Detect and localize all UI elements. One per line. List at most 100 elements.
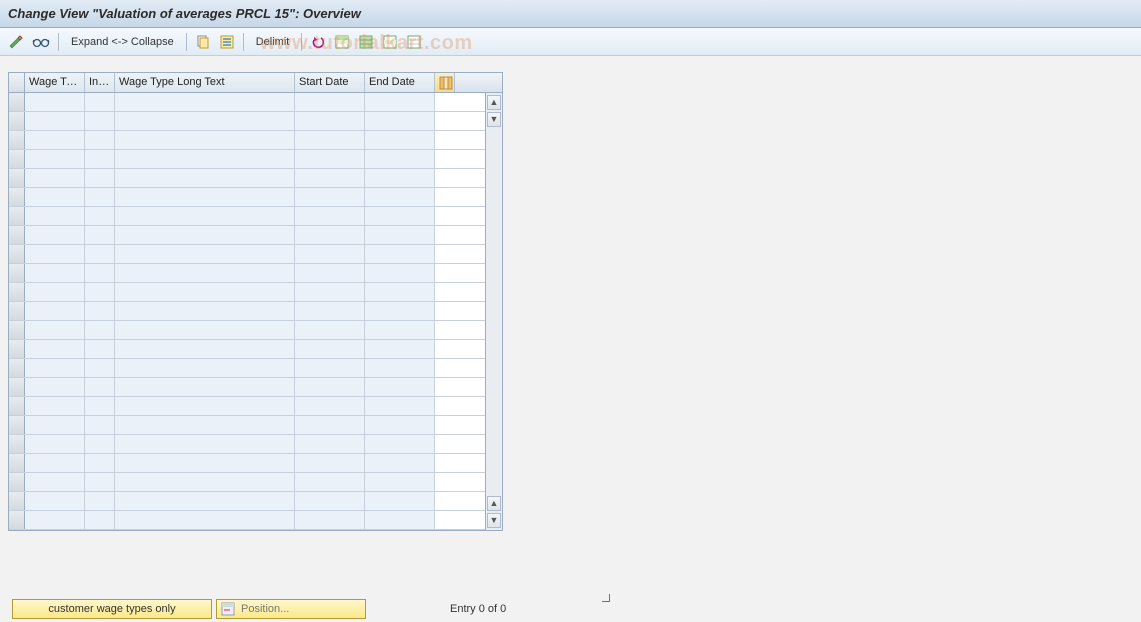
customer-wage-types-button[interactable]: customer wage types only (12, 599, 212, 619)
cell-end-date[interactable] (365, 207, 435, 225)
cell-wage-type[interactable] (25, 321, 85, 339)
cell-long-text[interactable] (115, 473, 295, 491)
cell-end-date[interactable] (365, 302, 435, 320)
copy-button[interactable] (193, 32, 213, 52)
cell-wage-type[interactable] (25, 93, 85, 111)
cell-inf[interactable] (85, 397, 115, 415)
cell-start-date[interactable] (295, 188, 365, 206)
cell-end-date[interactable] (365, 473, 435, 491)
column-header-wage-type[interactable]: Wage Ty... (25, 73, 85, 92)
cell-end-date[interactable] (365, 245, 435, 263)
cell-end-date[interactable] (365, 416, 435, 434)
table-row[interactable] (9, 226, 485, 245)
row-selector[interactable] (9, 340, 25, 358)
column-header-start-date[interactable]: Start Date (295, 73, 365, 92)
table-row[interactable] (9, 473, 485, 492)
row-selector[interactable] (9, 150, 25, 168)
cell-end-date[interactable] (365, 397, 435, 415)
table-row[interactable] (9, 397, 485, 416)
cell-long-text[interactable] (115, 207, 295, 225)
select-all-button[interactable] (217, 32, 237, 52)
cell-wage-type[interactable] (25, 454, 85, 472)
row-selector[interactable] (9, 226, 25, 244)
row-selector[interactable] (9, 378, 25, 396)
cell-start-date[interactable] (295, 397, 365, 415)
cell-wage-type[interactable] (25, 207, 85, 225)
cell-start-date[interactable] (295, 150, 365, 168)
cell-end-date[interactable] (365, 93, 435, 111)
cell-start-date[interactable] (295, 264, 365, 282)
cell-inf[interactable] (85, 264, 115, 282)
cell-inf[interactable] (85, 321, 115, 339)
cell-wage-type[interactable] (25, 378, 85, 396)
cell-start-date[interactable] (295, 207, 365, 225)
cell-end-date[interactable] (365, 511, 435, 529)
table-row[interactable] (9, 435, 485, 454)
cell-end-date[interactable] (365, 188, 435, 206)
cell-long-text[interactable] (115, 511, 295, 529)
cell-start-date[interactable] (295, 359, 365, 377)
cell-wage-type[interactable] (25, 169, 85, 187)
cell-start-date[interactable] (295, 454, 365, 472)
cell-end-date[interactable] (365, 283, 435, 301)
cell-start-date[interactable] (295, 93, 365, 111)
cell-wage-type[interactable] (25, 302, 85, 320)
cell-end-date[interactable] (365, 264, 435, 282)
row-selector[interactable] (9, 131, 25, 149)
cell-end-date[interactable] (365, 131, 435, 149)
cell-end-date[interactable] (365, 150, 435, 168)
cell-long-text[interactable] (115, 226, 295, 244)
column-header-end-date[interactable]: End Date (365, 73, 435, 92)
select-rows-button[interactable] (332, 32, 352, 52)
cell-end-date[interactable] (365, 226, 435, 244)
select-all-rows-button[interactable] (356, 32, 376, 52)
cell-end-date[interactable] (365, 378, 435, 396)
cell-inf[interactable] (85, 283, 115, 301)
cell-start-date[interactable] (295, 302, 365, 320)
row-selector[interactable] (9, 473, 25, 491)
table-row[interactable] (9, 169, 485, 188)
cell-start-date[interactable] (295, 283, 365, 301)
cell-wage-type[interactable] (25, 473, 85, 491)
row-selector[interactable] (9, 321, 25, 339)
cell-inf[interactable] (85, 169, 115, 187)
cell-long-text[interactable] (115, 454, 295, 472)
cell-inf[interactable] (85, 131, 115, 149)
cell-inf[interactable] (85, 93, 115, 111)
cell-wage-type[interactable] (25, 416, 85, 434)
cell-wage-type[interactable] (25, 397, 85, 415)
row-selector[interactable] (9, 416, 25, 434)
cell-long-text[interactable] (115, 112, 295, 130)
configure-columns-button[interactable] (435, 73, 455, 92)
cell-inf[interactable] (85, 245, 115, 263)
table-row[interactable] (9, 245, 485, 264)
table-row[interactable] (9, 283, 485, 302)
row-selector[interactable] (9, 169, 25, 187)
table-row[interactable] (9, 511, 485, 530)
cell-start-date[interactable] (295, 321, 365, 339)
row-selector[interactable] (9, 359, 25, 377)
cell-wage-type[interactable] (25, 283, 85, 301)
cell-long-text[interactable] (115, 321, 295, 339)
cell-long-text[interactable] (115, 416, 295, 434)
cell-start-date[interactable] (295, 112, 365, 130)
cell-long-text[interactable] (115, 378, 295, 396)
cell-start-date[interactable] (295, 378, 365, 396)
row-selector[interactable] (9, 397, 25, 415)
cell-wage-type[interactable] (25, 226, 85, 244)
cell-end-date[interactable] (365, 112, 435, 130)
cell-start-date[interactable] (295, 245, 365, 263)
cell-wage-type[interactable] (25, 511, 85, 529)
scroll-up-button[interactable]: ▲ (487, 95, 501, 110)
cell-inf[interactable] (85, 226, 115, 244)
delimit-button[interactable]: Delimit (250, 36, 296, 48)
cell-long-text[interactable] (115, 302, 295, 320)
table-row[interactable] (9, 188, 485, 207)
cell-end-date[interactable] (365, 169, 435, 187)
scroll-page-up-button[interactable]: ▼ (487, 112, 501, 127)
cell-inf[interactable] (85, 454, 115, 472)
column-header-inf[interactable]: Inf... (85, 73, 115, 92)
cell-inf[interactable] (85, 359, 115, 377)
row-selector[interactable] (9, 245, 25, 263)
cell-long-text[interactable] (115, 264, 295, 282)
